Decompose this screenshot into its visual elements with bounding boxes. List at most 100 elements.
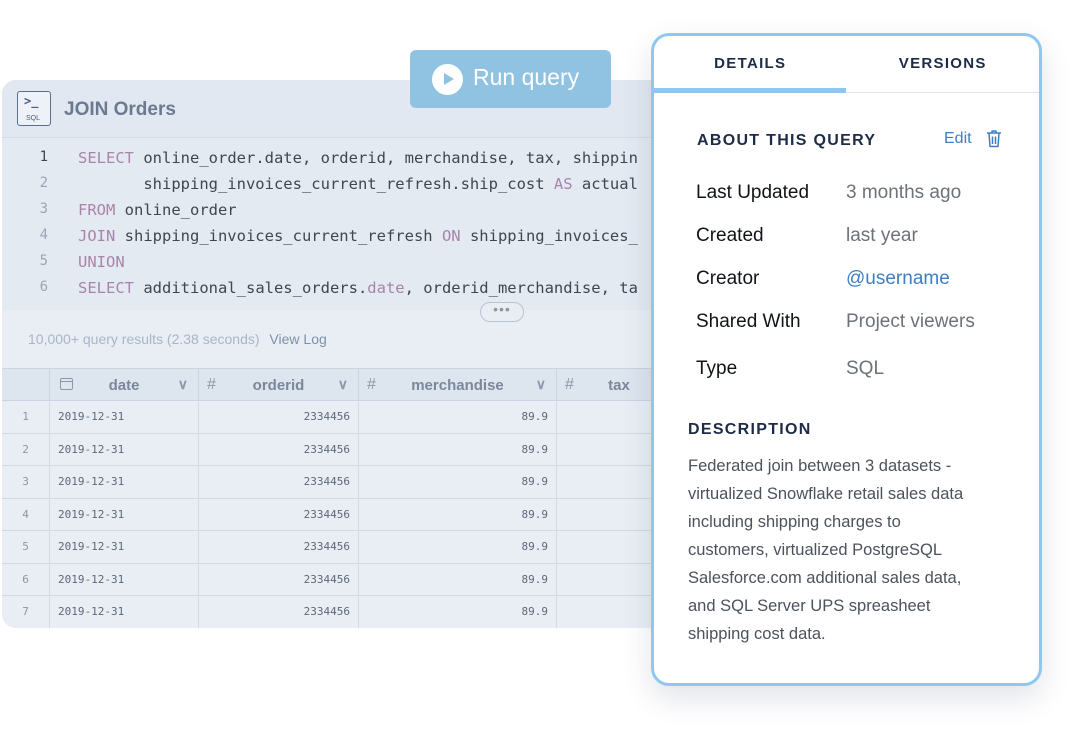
row-number-cell: 6	[2, 563, 50, 595]
panel-tabs: DETAILS VERSIONS	[654, 36, 1039, 93]
meta-label: Last Updated	[696, 182, 810, 203]
sql-keyword: AS	[553, 175, 573, 193]
play-icon	[432, 64, 463, 95]
creator-link[interactable]: @username	[846, 268, 950, 290]
sql-code-editor[interactable]: 1 SELECT online_order.date, orderid, merc…	[2, 138, 682, 310]
tab-details[interactable]: DETAILS	[654, 36, 847, 93]
sql-token: shipping_invoices_current_refresh.ship_c…	[78, 175, 554, 193]
date-cell: 2019-12-31	[50, 401, 199, 433]
date-cell: 2019-12-31	[50, 466, 199, 498]
row-number-cell: 3	[2, 466, 50, 498]
column-name: merchandise	[411, 377, 504, 394]
line-number: 2	[39, 175, 48, 191]
description-line: Salesforce.com additional sales data,	[688, 569, 962, 587]
query-title: JOIN Orders	[64, 99, 176, 120]
results-summary-text: 10,000+ query results (2.38 seconds)	[28, 331, 260, 347]
row-number-header	[2, 369, 50, 402]
merchandise-cell: 89.9	[359, 433, 557, 465]
line-number: 5	[39, 253, 48, 269]
meta-label: Shared With	[696, 311, 801, 332]
meta-value: SQL	[846, 358, 885, 379]
chevron-down-icon[interactable]: ∨	[536, 376, 546, 393]
meta-value: 3 months ago	[846, 182, 962, 203]
orderid-cell: 2334456	[199, 498, 359, 530]
query-editor-card: >_ SQL JOIN Orders 1 SELECT online_order.…	[2, 80, 682, 628]
results-table: date ∨ # orderid ∨ # merchandise ∨ # tax 1 2019-12…	[2, 368, 682, 628]
trash-icon[interactable]	[986, 129, 1002, 148]
description-line: shipping cost data.	[688, 625, 826, 643]
code-text: SELECT additional_sales_orders.date, ord…	[78, 279, 638, 297]
tab-versions[interactable]: VERSIONS	[847, 36, 1040, 93]
date-cell: 2019-12-31	[50, 531, 199, 563]
meta-label: Creator	[696, 268, 760, 289]
chevron-down-icon[interactable]: ∨	[338, 376, 348, 393]
meta-label: Type	[696, 358, 738, 379]
table-row[interactable]: 2 2019-12-31 2334456 89.9	[2, 433, 682, 466]
code-text: SELECT online_order.date, orderid, merch…	[78, 149, 638, 167]
column-name: date	[108, 377, 140, 394]
table-row[interactable]: 1 2019-12-31 2334456 89.9	[2, 401, 682, 434]
column-header-date[interactable]: date ∨	[50, 369, 199, 402]
line-number: 1	[39, 149, 48, 165]
description-line: including shipping charges to	[688, 513, 901, 531]
column-header-orderid[interactable]: # orderid ∨	[199, 369, 359, 402]
results-table-header: date ∨ # orderid ∨ # merchandise ∨ # tax	[2, 368, 682, 402]
row-number-cell: 5	[2, 531, 50, 563]
sql-keyword: JOIN	[78, 227, 116, 245]
line-number: 6	[39, 279, 48, 295]
column-header-merchandise[interactable]: # merchandise ∨	[359, 369, 557, 402]
row-number-cell: 7	[2, 596, 50, 628]
orderid-cell: 2334456	[199, 596, 359, 628]
code-text: JOIN shipping_invoices_current_refresh O…	[78, 227, 638, 245]
orderid-cell: 2334456	[199, 531, 359, 563]
line-number: 3	[39, 201, 48, 217]
line-number: 4	[39, 227, 48, 243]
sql-function: date	[367, 279, 405, 297]
table-row[interactable]: 5 2019-12-31 2334456 89.9	[2, 531, 682, 564]
table-row[interactable]: 7 2019-12-31 2334456 89.9	[2, 596, 682, 628]
view-log-link[interactable]: View Log	[269, 331, 326, 347]
code-text: shipping_invoices_current_refresh.ship_c…	[78, 175, 638, 193]
code-text: UNION	[78, 253, 125, 271]
sql-token: shipping_invoices_current_refresh	[115, 227, 442, 245]
orderid-cell: 2334456	[199, 466, 359, 498]
table-row[interactable]: 4 2019-12-31 2334456 89.9	[2, 498, 682, 531]
merchandise-cell: 89.9	[359, 596, 557, 628]
sql-token: online_order.date, orderid, merchandise,…	[134, 149, 638, 167]
merchandise-cell: 89.9	[359, 498, 557, 530]
date-cell: 2019-12-31	[50, 596, 199, 628]
meta-value: last year	[846, 225, 918, 246]
table-row[interactable]: 3 2019-12-31 2334456 89.9	[2, 466, 682, 499]
orderid-cell: 2334456	[199, 401, 359, 433]
edit-button[interactable]: Edit	[944, 130, 972, 148]
description-heading: DESCRIPTION	[688, 421, 812, 438]
sql-keyword: ON	[441, 227, 461, 245]
row-number-cell: 4	[2, 498, 50, 530]
sql-terminal-icon: >_ SQL	[17, 91, 51, 126]
meta-value: Project viewers	[846, 311, 975, 332]
sql-keyword: SELECT	[78, 279, 134, 297]
chevron-down-icon[interactable]: ∨	[178, 376, 188, 393]
run-query-label: Run query	[473, 64, 580, 90]
results-summary-bar: 10,000+ query results (2.38 seconds) Vie…	[28, 331, 327, 347]
table-row[interactable]: 6 2019-12-31 2334456 89.9	[2, 563, 682, 596]
description-line: Federated join between 3 datasets -	[688, 457, 952, 475]
sql-token: online_order	[115, 201, 237, 219]
sql-keyword: SELECT	[78, 149, 134, 167]
description-line: customers, virtualized PostgreSQL	[688, 541, 943, 559]
sql-keyword: UNION	[78, 253, 125, 271]
run-query-button[interactable]: Run query	[410, 50, 611, 108]
merchandise-cell: 89.9	[359, 466, 557, 498]
meta-label: Created	[696, 225, 764, 246]
description-text: Federated join between 3 datasets - virtu…	[688, 452, 1008, 648]
merchandise-cell: 89.9	[359, 563, 557, 595]
merchandise-cell: 89.9	[359, 531, 557, 563]
date-cell: 2019-12-31	[50, 498, 199, 530]
query-details-panel: DETAILS VERSIONS ABOUT THIS QUERY Edit L…	[651, 33, 1042, 686]
orderid-cell: 2334456	[199, 563, 359, 595]
description-line: and SQL Server UPS spreasheet	[688, 597, 931, 615]
pane-resize-handle[interactable]: •••	[480, 302, 524, 322]
row-number-cell: 2	[2, 433, 50, 465]
about-query-heading: ABOUT THIS QUERY	[697, 132, 877, 149]
sql-keyword: FROM	[78, 201, 116, 219]
